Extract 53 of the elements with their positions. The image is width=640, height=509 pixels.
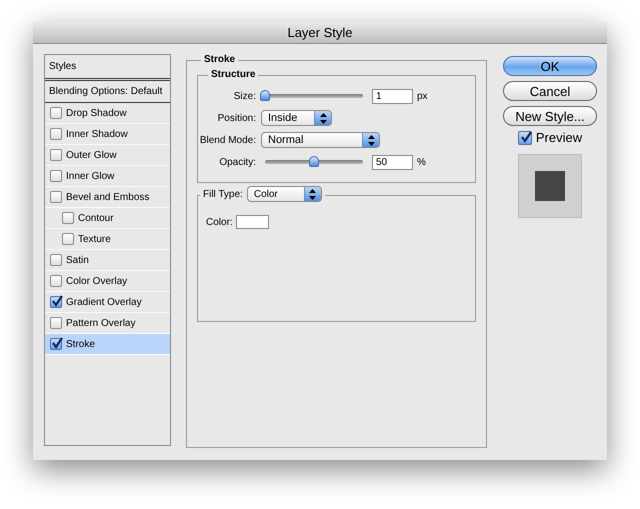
stepper-icon [304, 187, 321, 201]
input-field[interactable]: 50 [372, 154, 413, 170]
checkbox[interactable] [50, 338, 62, 350]
dialog-button[interactable]: New Style... [503, 106, 597, 126]
style-item[interactable]: Bevel and Emboss [45, 187, 170, 208]
checkbox-label: Preview [536, 130, 582, 145]
group-title: Stroke [201, 54, 238, 65]
checkbox[interactable] [50, 149, 62, 161]
style-item[interactable]: Satin [45, 250, 170, 271]
slider-thumb[interactable] [260, 90, 270, 101]
unit-label: px [417, 90, 428, 102]
window-title: Layer Style [287, 25, 353, 40]
style-item[interactable]: Outer Glow [45, 145, 170, 166]
styles-header[interactable]: Styles [45, 55, 170, 81]
dropdown[interactable]: Inside [261, 110, 332, 126]
checkbox[interactable] [50, 107, 62, 119]
group-title: Structure [208, 69, 258, 80]
style-item[interactable]: Texture [45, 229, 170, 250]
style-item[interactable]: Drop Shadow [45, 103, 170, 124]
dropdown[interactable]: Normal [261, 132, 380, 148]
field-label: Position: [216, 112, 256, 124]
field-label: Opacity: [218, 156, 256, 168]
style-item[interactable]: Inner Shadow [45, 124, 170, 145]
unit-label: % [417, 156, 426, 168]
field-label: Blend Mode: [198, 134, 256, 146]
square-icon [535, 171, 565, 201]
checkbox[interactable] [50, 296, 62, 308]
slider-thumb[interactable] [309, 156, 319, 167]
checkbox[interactable] [50, 191, 62, 203]
stepper-icon [362, 133, 379, 147]
checkbox[interactable] [50, 317, 62, 329]
checkbox[interactable] [50, 170, 62, 182]
checkbox[interactable] [50, 254, 62, 266]
blending-options-item[interactable]: Blending Options: Default [45, 81, 170, 103]
style-item[interactable]: Color Overlay [45, 271, 170, 292]
style-item[interactable]: Stroke [45, 334, 170, 355]
color-swatch[interactable] [236, 215, 269, 229]
field-label: Fill Type: [203, 188, 243, 200]
style-item[interactable]: Contour [45, 208, 170, 229]
stepper-icon [314, 111, 331, 125]
style-item[interactable]: Inner Glow [45, 166, 170, 187]
input-field[interactable]: 1 [372, 88, 413, 104]
dialog-button[interactable]: Cancel [503, 81, 597, 101]
dropdown[interactable]: Color [246, 186, 322, 202]
field-label: Size: [232, 90, 256, 102]
style-item[interactable]: Gradient Overlay [45, 292, 170, 313]
checkbox[interactable] [518, 130, 532, 144]
field-label: Color: [206, 216, 233, 228]
checkbox[interactable] [62, 212, 74, 224]
checkbox[interactable] [62, 233, 74, 245]
checkbox[interactable] [50, 128, 62, 140]
checkbox[interactable] [50, 275, 62, 287]
dialog-button[interactable]: OK [503, 56, 597, 76]
